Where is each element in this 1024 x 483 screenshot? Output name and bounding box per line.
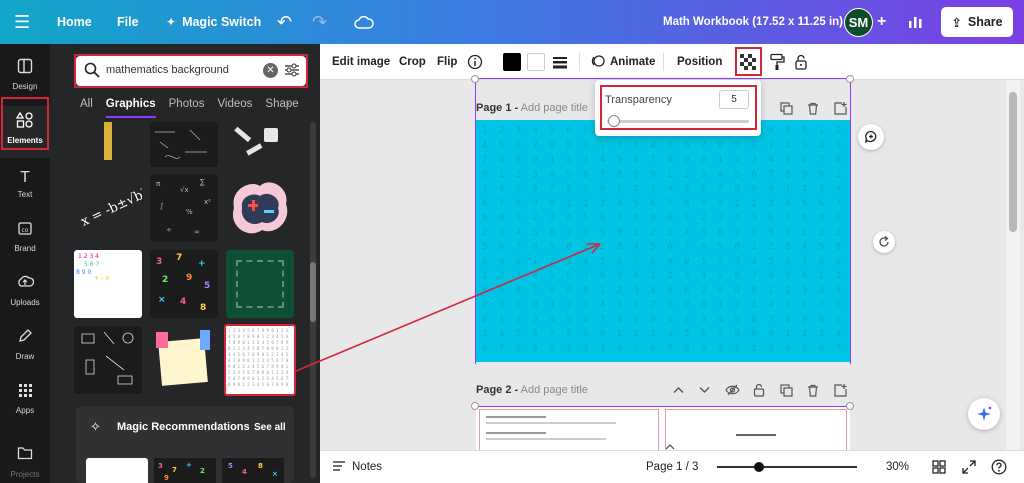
page-indicator[interactable]: Page 1 / 3	[646, 451, 698, 483]
bottom-bar: Notes Page 1 / 3 30%	[320, 444, 1024, 483]
chevron-down-icon[interactable]	[697, 383, 711, 397]
page-2-right-panel[interactable]	[665, 409, 847, 451]
highlight-transparency	[600, 85, 757, 130]
page-2-title-input[interactable]: Add page title	[521, 384, 588, 396]
grid-view-icon[interactable]	[931, 459, 947, 475]
magic-assistant-icon[interactable]	[968, 398, 1000, 430]
notes-label: Notes	[352, 461, 383, 473]
trash-icon[interactable]	[806, 383, 820, 397]
zoom-slider[interactable]	[717, 466, 857, 468]
lock-page-icon[interactable]	[752, 383, 766, 397]
fullscreen-icon[interactable]	[961, 459, 977, 475]
resize-handle[interactable]	[471, 402, 479, 410]
hide-page-icon[interactable]	[724, 383, 740, 397]
zoom-value[interactable]: 30%	[886, 451, 909, 483]
zoom-slider-knob[interactable]	[754, 462, 764, 472]
resize-handle[interactable]	[846, 402, 854, 410]
page-2-number: Page 2 -	[476, 384, 519, 396]
transparency-popup: Transparency 5	[595, 80, 761, 136]
chevron-up-icon[interactable]	[671, 383, 685, 397]
page-2-left-panel[interactable]	[479, 409, 659, 451]
notes-icon	[332, 460, 346, 475]
add-page-icon[interactable]	[833, 383, 847, 397]
duplicate-page-icon[interactable]	[779, 383, 793, 397]
notes-button[interactable]: Notes	[332, 451, 382, 483]
page-2-label: Page 2 - Add page title	[476, 384, 588, 396]
help-icon[interactable]	[990, 458, 1008, 476]
